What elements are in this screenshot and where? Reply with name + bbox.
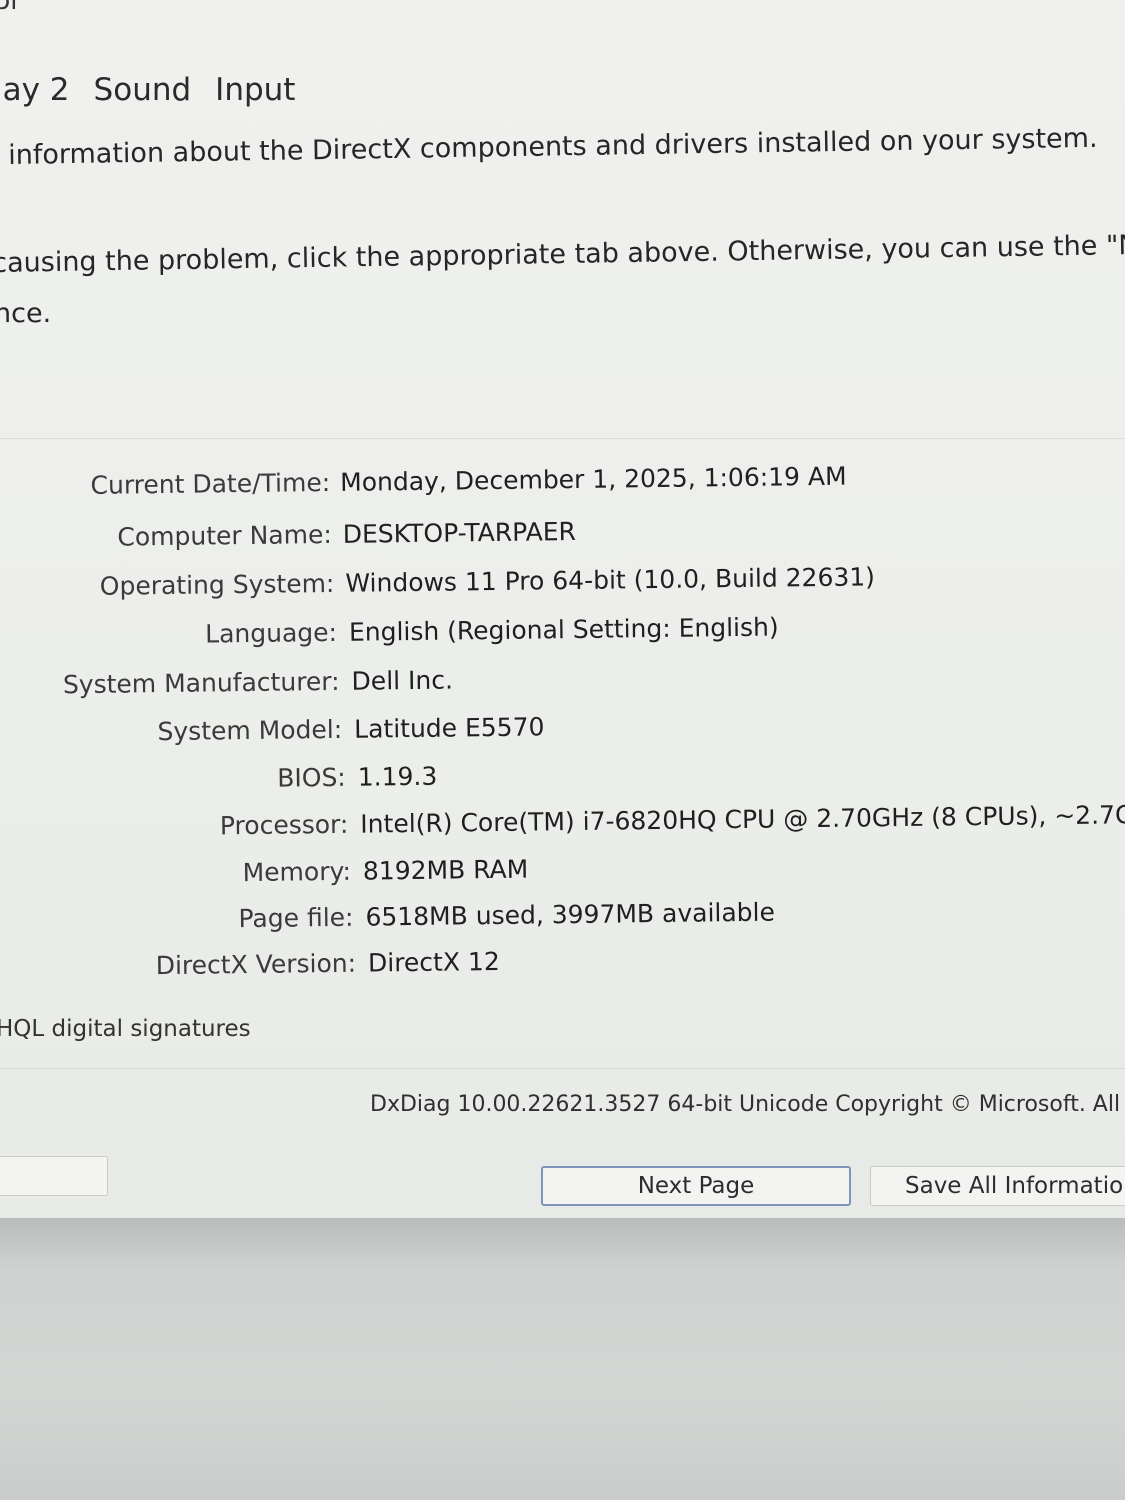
info-row-date-time: Current Date/Time: [0,468,330,512]
info-row-computer-name: Computer Name: [1,520,332,564]
info-label: System Manufacturer: [62,666,340,700]
info-value: 6518MB used, 3997MB available [365,897,776,932]
info-value: English (Regional Setting: English) [348,612,779,647]
next-page-button[interactable]: Next Page [541,1166,851,1206]
info-label: Processor: [219,809,349,841]
info-row-bios: BIOS: [4,763,346,807]
info-label: Operating System: [99,568,335,601]
divider [0,438,1125,439]
info-value: DESKTOP-TARPAER [342,516,577,549]
help-button[interactable] [0,1156,108,1196]
info-label: Page file: [238,902,354,934]
info-label: BIOS: [277,762,346,793]
info-label: System Model: [157,714,343,747]
info-value: Windows 11 Pro 64-bit (10.0, Build 22631… [345,562,876,598]
info-label: Language: [205,617,338,649]
tab-input[interactable]: Input [215,72,295,108]
info-value: 1.19.3 [357,761,438,792]
whql-checkbox-label[interactable]: HQL digital signatures [0,1016,251,1042]
info-label: Computer Name: [117,519,332,552]
intro-text-line-2: causing the problem, click the appropria… [0,228,1125,279]
info-row-processor: Processor: [4,809,349,854]
info-value: Monday, December 1, 2025, 1:06:19 AM [339,461,847,497]
info-row-directx-version: DirectX Version: [6,948,357,993]
info-label: Memory: [242,856,352,888]
monitor-bezel [0,1218,1125,1500]
tab-display-2[interactable]: lay 2 [0,72,70,108]
intro-text-line-3: nce. [0,298,52,329]
info-value: Latitude E5570 [353,712,545,744]
info-row-system-manufacturer: System Manufacturer: [2,666,340,711]
info-value: Dell Inc. [351,665,454,696]
info-label: DirectX Version: [155,948,357,981]
tab-sound[interactable]: Sound [94,72,192,108]
info-label: Current Date/Time: [90,467,331,500]
system-information-group: Current Date/Time: Monday, December 1, 2… [0,458,1125,980]
window-title-fragment: ɔl [0,0,18,16]
info-row-operating-system: Operating System: [1,568,335,613]
info-row-memory: Memory: [5,857,351,901]
tab-strip: lay 2 Sound Input [0,72,295,108]
save-all-information-button[interactable]: Save All Information... [870,1166,1125,1206]
info-value: Intel(R) Core(TM) i7-6820HQ CPU @ 2.70GH… [360,799,1125,839]
version-copyright-text: DxDiag 10.00.22621.3527 64-bit Unicode C… [370,1092,1125,1117]
info-row-page-file: Page file: [5,903,353,947]
info-row-system-model: System Model: [3,715,342,759]
info-value: 8192MB RAM [362,854,529,886]
info-value: DirectX 12 [367,946,500,978]
dxdiag-window: ɔl lay 2 Sound Input information about t… [0,0,1125,1218]
intro-text-line-1: information about the DirectX components… [8,122,1098,171]
footer-divider [0,1068,1125,1069]
info-row-language: Language: [2,618,337,662]
